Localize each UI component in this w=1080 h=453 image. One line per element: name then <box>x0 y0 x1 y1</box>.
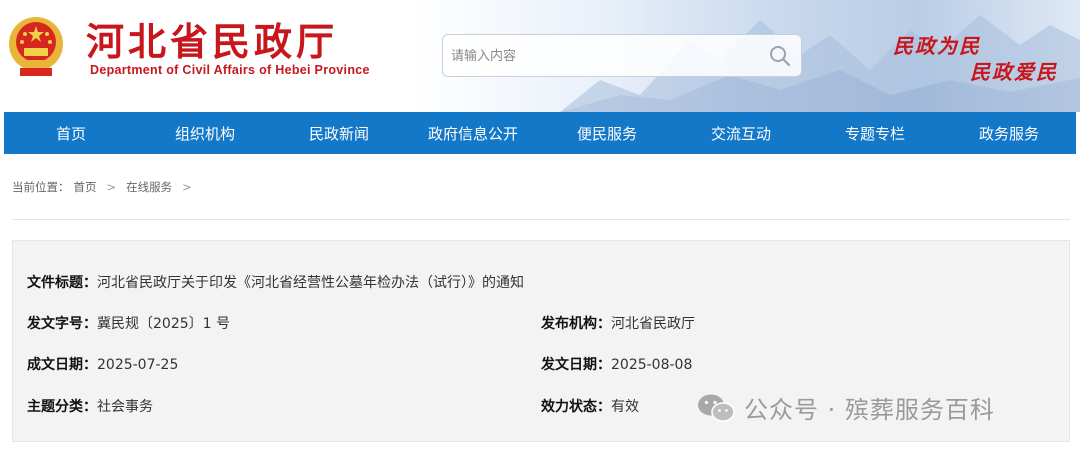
doc-number-field: 发文字号：冀民规〔2025〕1 号 <box>27 313 230 333</box>
doc-number-label: 发文字号： <box>27 316 97 332</box>
doc-number-value: 冀民规〔2025〕1 号 <box>97 316 230 332</box>
national-emblem-icon <box>6 14 66 80</box>
status-label: 效力状态： <box>541 399 611 415</box>
wechat-icon <box>698 394 735 422</box>
created-date-label: 成文日期： <box>27 357 97 373</box>
created-date-field: 成文日期：2025-07-25 <box>27 354 178 374</box>
nav-item-gov-info[interactable]: 政府信息公开 <box>406 112 540 154</box>
document-title-label: 文件标题： <box>27 275 97 291</box>
divider <box>12 219 1070 220</box>
topic-value: 社会事务 <box>97 399 153 415</box>
nav-item-services[interactable]: 便民服务 <box>540 112 674 154</box>
search-box <box>442 34 802 77</box>
nav-item-topics[interactable]: 专题专栏 <box>808 112 942 154</box>
status-value: 有效 <box>611 399 639 415</box>
topic-label: 主题分类： <box>27 399 97 415</box>
site-header: 河北省民政厅 Department of Civil Affairs of He… <box>0 0 1080 112</box>
document-title-value: 河北省民政厅关于印发《河北省经营性公墓年检办法（试行）》的通知 <box>97 275 524 291</box>
watermark: 公众号 · 殡葬服务百科 <box>696 390 995 425</box>
issued-date-field: 发文日期：2025-08-08 <box>541 354 692 374</box>
site-title[interactable]: 河北省民政厅 <box>86 20 338 64</box>
issued-date-label: 发文日期： <box>541 357 611 373</box>
main-nav: 首页 组织机构 民政新闻 政府信息公开 便民服务 交流互动 专题专栏 政务服务 <box>4 112 1076 154</box>
topic-field: 主题分类：社会事务 <box>27 396 153 416</box>
breadcrumb: 当前位置： 首页 > 在线服务 > <box>12 179 198 195</box>
nav-item-organization[interactable]: 组织机构 <box>138 112 272 154</box>
search-input[interactable] <box>451 43 751 69</box>
created-date-value: 2025-07-25 <box>97 357 179 373</box>
breadcrumb-prefix: 当前位置： <box>12 180 70 194</box>
issuer-value: 河北省民政厅 <box>611 316 695 332</box>
slogan-line2: 民政爱民 <box>970 60 1058 84</box>
breadcrumb-separator: > <box>106 180 117 194</box>
slogan-line1: 民政为民 <box>893 34 981 58</box>
nav-item-interaction[interactable]: 交流互动 <box>674 112 808 154</box>
status-field: 效力状态：有效 <box>541 396 639 416</box>
issued-date-value: 2025-08-08 <box>611 357 693 373</box>
document-title-field: 文件标题：河北省民政厅关于印发《河北省经营性公墓年检办法（试行）》的通知 <box>27 272 524 292</box>
nav-item-news[interactable]: 民政新闻 <box>272 112 406 154</box>
nav-item-gov-services[interactable]: 政务服务 <box>942 112 1076 154</box>
breadcrumb-separator: > <box>182 180 192 194</box>
search-icon[interactable] <box>769 45 791 67</box>
site-subtitle: Department of Civil Affairs of Hebei Pro… <box>90 63 370 77</box>
issuer-label: 发布机构： <box>541 316 611 332</box>
nav-item-home[interactable]: 首页 <box>4 112 138 154</box>
watermark-text: 公众号 · 殡葬服务百科 <box>744 396 995 424</box>
breadcrumb-item-home[interactable]: 首页 <box>74 179 97 195</box>
issuer-field: 发布机构：河北省民政厅 <box>541 313 695 333</box>
breadcrumb-item-online-service[interactable]: 在线服务 <box>126 179 172 195</box>
